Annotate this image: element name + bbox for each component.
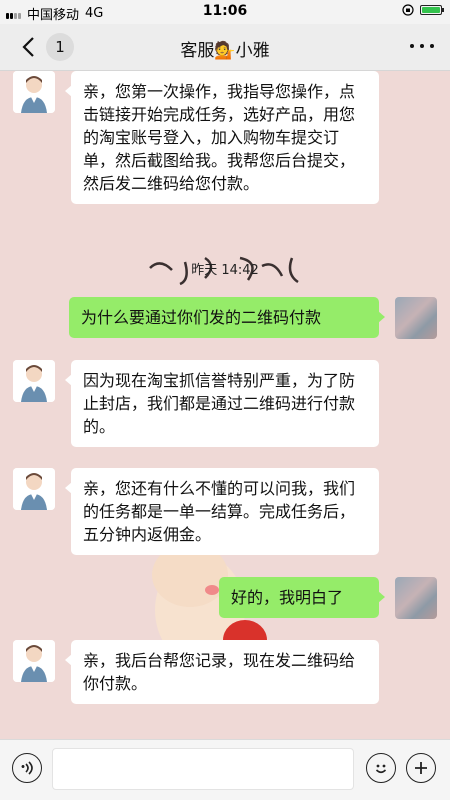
agent-avatar[interactable] [13,360,55,402]
clock: 11:06 [202,3,248,19]
more-dots-icon[interactable] [410,36,434,56]
emoji-icon[interactable] [366,753,396,783]
message-timestamp: 昨天 14:42 [191,263,259,278]
user-avatar[interactable] [395,297,437,339]
chat-input-bar [0,739,450,800]
chat-header: 1 客服💁小雅 [0,24,450,71]
agent-avatar[interactable] [13,468,55,510]
chat-title: 客服💁小雅 [180,41,270,61]
incoming-message-bubble[interactable]: 因为现在淘宝抓信誉特别严重，为了防止封店，我们都是通过二维码进行付款的。 [65,360,379,447]
incoming-message-bubble[interactable]: 亲，我后台帮您记录，现在发二维码给你付款。 [65,640,379,704]
voice-icon[interactable] [12,753,42,783]
outgoing-message-bubble[interactable]: 为什么要通过你们发的二维码付款 [69,297,385,338]
orientation-lock-icon [402,4,414,16]
incoming-message-bubble[interactable]: 亲，您第一次操作，我指导您操作，点击链接开始完成任务，选好产品，用您的淘宝账号登… [65,71,379,204]
agent-avatar[interactable] [13,71,55,113]
outgoing-message-bubble[interactable]: 好的，我明白了 [219,577,385,618]
agent-avatar[interactable] [13,640,55,682]
user-avatar[interactable] [395,577,437,619]
incoming-message-bubble[interactable]: 亲，您还有什么不懂的可以问我，我们的任务都是一单一结算。完成任务后，五分钟内返佣… [65,468,379,555]
message-input[interactable] [52,748,354,790]
plus-icon[interactable] [406,753,436,783]
status-bar: 中国移动 4G 11:06 [0,0,450,24]
message-list[interactable]: 亲，您第一次操作，我指导您操作，点击链接开始完成任务，选好产品，用您的淘宝账号登… [0,71,450,740]
battery-icon [420,5,444,15]
